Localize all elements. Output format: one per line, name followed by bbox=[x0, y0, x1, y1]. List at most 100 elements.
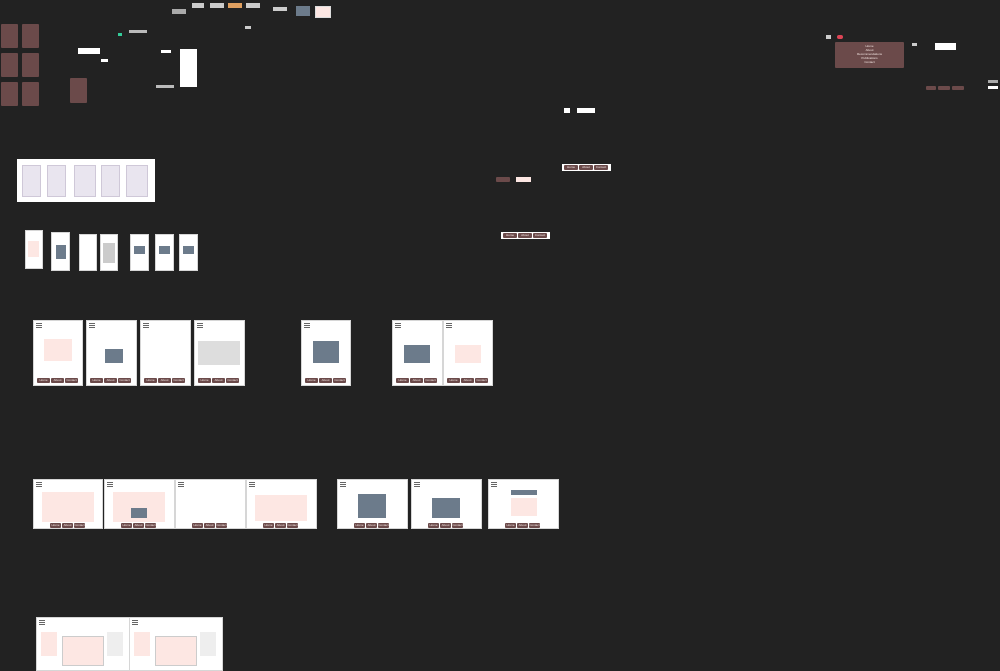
phone-home-nav-about[interactable]: About bbox=[51, 378, 64, 383]
nav-strip-2-about[interactable]: About bbox=[518, 233, 532, 238]
tablet-contact2-nav-home[interactable]: Home bbox=[428, 523, 439, 528]
tablet-about-nav-about[interactable]: About bbox=[133, 523, 144, 528]
far-right-chip bbox=[988, 80, 998, 83]
red-dot-icon bbox=[837, 35, 843, 39]
phone-home-nav-home[interactable]: Home bbox=[37, 378, 50, 383]
mini-mockup-6 bbox=[155, 234, 174, 271]
phone-publications: Home About Contact bbox=[194, 320, 245, 386]
nav-strip-2: Home About Contact bbox=[501, 232, 550, 239]
large-menu: Home About Recommendations Publications … bbox=[835, 42, 904, 68]
btn-pair-dark[interactable] bbox=[496, 177, 510, 182]
bottom-chip-row bbox=[156, 85, 174, 88]
top-strip-1 bbox=[172, 9, 186, 14]
mini-mockup-4 bbox=[100, 234, 118, 271]
small-gray-icon bbox=[826, 35, 831, 39]
mid-icon bbox=[564, 108, 570, 113]
right-chip-2[interactable] bbox=[938, 86, 950, 90]
tablet-pub-nav-contact[interactable]: Contact bbox=[287, 523, 298, 528]
phone-contact2-nav-contact[interactable]: Contact bbox=[424, 378, 437, 383]
wireframe-1 bbox=[22, 165, 41, 197]
phone-contact-3: Home About Contact bbox=[443, 320, 493, 386]
mini-mockup-3 bbox=[79, 234, 97, 271]
tablet-contact1-nav-contact[interactable]: Contact bbox=[378, 523, 389, 528]
large-menu-contact[interactable]: Contact bbox=[835, 60, 904, 64]
tablet-contact2-nav-about[interactable]: About bbox=[440, 523, 451, 528]
logo-box bbox=[935, 43, 956, 50]
tablet-contact-1: Home About Contact bbox=[337, 479, 408, 529]
nav-strip-2-home[interactable]: Home bbox=[503, 233, 517, 238]
phone-contact1-nav-about[interactable]: About bbox=[319, 378, 332, 383]
white-panel bbox=[180, 49, 197, 87]
phone-pub-nav-contact[interactable]: Contact bbox=[226, 378, 239, 383]
tablet-about: Home About Contact bbox=[104, 479, 175, 529]
green-indicator bbox=[118, 33, 122, 36]
top-strip-5 bbox=[246, 3, 260, 8]
menu-panel-2 bbox=[22, 24, 39, 48]
menu-panel-1 bbox=[1, 24, 18, 48]
top-strip-2 bbox=[192, 3, 204, 8]
phone-rec-nav-home[interactable]: Home bbox=[144, 378, 157, 383]
nav-strip-1-contact[interactable]: Contact bbox=[594, 165, 608, 170]
tablet-pub-nav-home[interactable]: Home bbox=[263, 523, 274, 528]
phone-home-nav-contact[interactable]: Contact bbox=[65, 378, 78, 383]
tablet-about-nav-contact[interactable]: Contact bbox=[145, 523, 156, 528]
phone-contact3-nav-about[interactable]: About bbox=[461, 378, 474, 383]
right-chip-3[interactable] bbox=[952, 86, 964, 90]
mini-mockup-7 bbox=[179, 234, 198, 271]
tablet-contact1-nav-about[interactable]: About bbox=[366, 523, 377, 528]
phone-contact2-nav-about[interactable]: About bbox=[410, 378, 423, 383]
tablet-home: Home About Contact bbox=[33, 479, 103, 529]
phone-about-nav-contact[interactable]: Contact bbox=[118, 378, 131, 383]
tablet-contact3-nav-home[interactable]: Home bbox=[505, 523, 516, 528]
phone-contact1-nav-contact[interactable]: Contact bbox=[333, 378, 346, 383]
tablet-home-nav-about[interactable]: About bbox=[62, 523, 73, 528]
tablet-recommendations: Home About Contact bbox=[175, 479, 246, 529]
phone-contact2-nav-home[interactable]: Home bbox=[396, 378, 409, 383]
top-widget-1 bbox=[78, 48, 100, 54]
tablet-contact-3: Home About Contact bbox=[488, 479, 559, 529]
tablet-home-nav-contact[interactable]: Contact bbox=[74, 523, 85, 528]
right-chip-1[interactable] bbox=[926, 86, 936, 90]
tablet-rec-nav-about[interactable]: About bbox=[204, 523, 215, 528]
mini-mockup-1 bbox=[25, 230, 43, 269]
tablet-pub-nav-about[interactable]: About bbox=[275, 523, 286, 528]
phone-pub-nav-about[interactable]: About bbox=[212, 378, 225, 383]
tablet-home-nav-home[interactable]: Home bbox=[50, 523, 61, 528]
phone-about: Home About Contact bbox=[86, 320, 137, 386]
nav-strip-2-contact[interactable]: Contact bbox=[533, 233, 547, 238]
phone-contact3-nav-contact[interactable]: Contact bbox=[475, 378, 488, 383]
small-label bbox=[245, 26, 251, 29]
phone-pub-nav-home[interactable]: Home bbox=[198, 378, 211, 383]
tablet-contact2-nav-contact[interactable]: Contact bbox=[452, 523, 463, 528]
tablet-publications: Home About Contact bbox=[246, 479, 317, 529]
tablet-rec-nav-contact[interactable]: Contact bbox=[216, 523, 227, 528]
btn-pair-light[interactable] bbox=[516, 177, 531, 182]
phone-about-nav-about[interactable]: About bbox=[104, 378, 117, 383]
menu-panel-4 bbox=[22, 53, 39, 77]
mini-mockup-5 bbox=[130, 234, 149, 271]
tablet-contact3-nav-about[interactable]: About bbox=[517, 523, 528, 528]
tablet-about-nav-home[interactable]: Home bbox=[121, 523, 132, 528]
white-small bbox=[161, 50, 171, 53]
tablet-rec-nav-home[interactable]: Home bbox=[192, 523, 203, 528]
phone-about-nav-home[interactable]: Home bbox=[90, 378, 103, 383]
wireframe-3 bbox=[74, 165, 96, 197]
menu-panel-5 bbox=[1, 82, 18, 106]
top-strip-6 bbox=[273, 7, 287, 11]
nav-strip-1-home[interactable]: Home bbox=[564, 165, 578, 170]
desktop-frame-1 bbox=[36, 617, 130, 671]
phone-contact3-nav-home[interactable]: Home bbox=[447, 378, 460, 383]
far-right-white bbox=[988, 86, 998, 89]
nav-strip-1-about[interactable]: About bbox=[579, 165, 593, 170]
phone-home: Home About Contact bbox=[33, 320, 83, 386]
phone-contact-2: Home About Contact bbox=[392, 320, 443, 386]
tablet-contact3-nav-contact[interactable]: Contact bbox=[529, 523, 540, 528]
phone-rec-nav-about[interactable]: About bbox=[158, 378, 171, 383]
tablet-contact1-nav-home[interactable]: Home bbox=[354, 523, 365, 528]
menu-panel-6 bbox=[22, 82, 39, 106]
phone-contact-1: Home About Contact bbox=[301, 320, 351, 386]
phone-contact1-nav-home[interactable]: Home bbox=[305, 378, 318, 383]
phone-rec-nav-contact[interactable]: Contact bbox=[172, 378, 185, 383]
tablet-contact-2: Home About Contact bbox=[411, 479, 482, 529]
wireframe-2 bbox=[47, 165, 66, 197]
